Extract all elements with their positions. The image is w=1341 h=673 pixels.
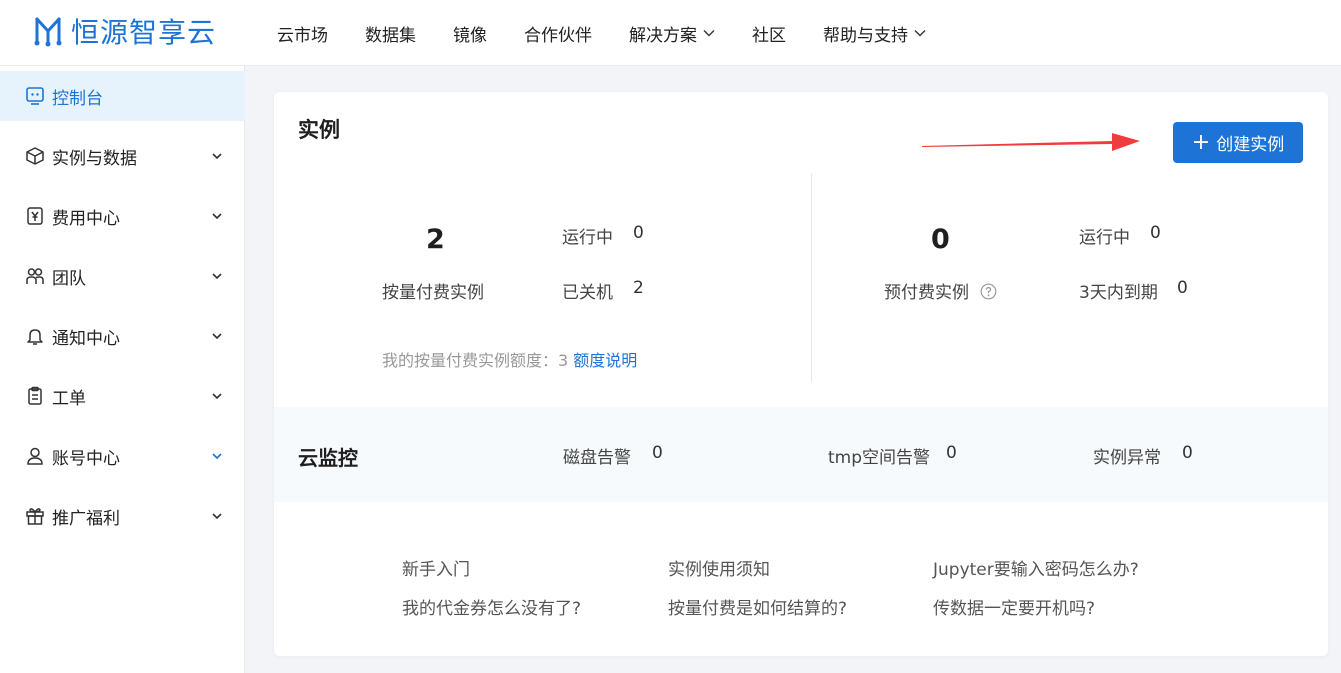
cloud-monitor-section: 云监控 磁盘告警 0 tmp空间告警 0 实例异常 0 [274, 407, 1328, 502]
clipboard-icon [28, 386, 42, 405]
nav-label: 数据集 [365, 25, 416, 46]
divider [811, 174, 812, 382]
sidebar-item-console[interactable]: 控制台 [0, 71, 245, 121]
brand-logo[interactable]: 恒源智享云 [33, 13, 216, 49]
sidebar-item-label: 实例与数据 [52, 148, 137, 169]
sidebar-item-billing[interactable]: 费用中心 [0, 191, 245, 241]
payg-running-value: 0 [633, 223, 644, 243]
payg-label: 按量付费实例 [382, 283, 484, 303]
prepaid-label-wrap: 预付费实例 [884, 278, 997, 303]
nav-datasets[interactable]: 数据集 [365, 21, 416, 46]
sidebar-item-tickets[interactable]: 工单 [0, 371, 245, 421]
user-icon [27, 447, 43, 465]
annotation-arrow-icon [922, 133, 1140, 151]
payg-running-label: 运行中 [562, 228, 613, 248]
prepaid-running-label: 运行中 [1079, 228, 1130, 248]
faq-link[interactable]: 传数据一定要开机吗? [933, 594, 1095, 619]
instance-abnormal-value: 0 [1182, 443, 1193, 463]
bell-icon [27, 329, 43, 345]
tmp-alert-value: 0 [946, 443, 957, 463]
disk-alert-value: 0 [652, 443, 663, 463]
prepaid-count: 0 [931, 224, 950, 255]
brand-name: 恒源智享云 [71, 16, 217, 49]
prepaid-running-value: 0 [1150, 223, 1161, 243]
sidebar-item-label: 团队 [52, 268, 86, 289]
main-nav: 云市场 数据集 镜像 合作伙伴 解决方案 社区 帮助与支持 [277, 0, 963, 66]
sidebar-item-instances-data[interactable]: 实例与数据 [0, 131, 245, 181]
chevron-down-icon [914, 30, 926, 37]
quota-info-link[interactable]: 额度说明 [573, 351, 637, 370]
cloud-monitor-title: 云监控 [298, 446, 358, 470]
disk-alert-label: 磁盘告警 [563, 448, 631, 468]
nav-images[interactable]: 镜像 [453, 21, 487, 46]
nav-partners[interactable]: 合作伙伴 [524, 21, 592, 46]
sidebar: 控制台 实例与数据 费用中心 团队 通知中心 工单 账号中心 推广福利 [0, 66, 245, 673]
chevron-down-icon [212, 453, 222, 460]
nav-label: 云市场 [277, 25, 328, 46]
nav-label: 社区 [752, 25, 786, 46]
sidebar-item-team[interactable]: 团队 [0, 251, 245, 301]
faq-link[interactable]: Jupyter要输入密码怎么办? [933, 555, 1139, 580]
nav-help-support[interactable]: 帮助与支持 [823, 21, 926, 46]
create-instance-label: 创建实例 [1216, 135, 1285, 155]
instances-card: 实例 + 创建实例 2 按量付费实例 运行中 0 已关机 2 我的按量付费实例额… [274, 92, 1328, 656]
chevron-down-icon [212, 273, 222, 280]
sidebar-item-promotions[interactable]: 推广福利 [0, 491, 245, 541]
payg-count: 2 [426, 224, 445, 255]
sidebar-item-label: 工单 [52, 388, 86, 409]
chevron-down-icon [703, 30, 715, 37]
gift-icon [26, 508, 44, 525]
payg-quota-text: 我的按量付费实例额度：3 [382, 351, 569, 370]
chevron-down-icon [212, 333, 222, 340]
nav-cloud-market[interactable]: 云市场 [277, 21, 328, 46]
sidebar-item-label: 账号中心 [52, 448, 120, 469]
team-icon [26, 268, 44, 284]
faq-link[interactable]: 实例使用须知 [668, 555, 770, 580]
nav-solutions[interactable]: 解决方案 [629, 21, 715, 46]
top-header: 恒源智享云 云市场 数据集 镜像 合作伙伴 解决方案 社区 帮助与支持 [0, 0, 1341, 66]
console-icon [26, 87, 44, 105]
faq-link[interactable]: 按量付费是如何结算的? [668, 594, 847, 619]
tmp-alert-label: tmp空间告警 [828, 448, 931, 468]
sidebar-item-notifications[interactable]: 通知中心 [0, 311, 245, 361]
sidebar-item-label: 推广福利 [52, 508, 120, 529]
faq-link[interactable]: 我的代金券怎么没有了? [402, 594, 581, 619]
prepaid-label: 预付费实例 [884, 283, 969, 303]
payg-stopped-value: 2 [633, 278, 644, 298]
sidebar-item-label: 费用中心 [52, 208, 120, 229]
nav-label: 解决方案 [629, 25, 697, 46]
instance-abnormal-label: 实例异常 [1093, 448, 1161, 468]
prepaid-expiring-label: 3天内到期 [1079, 283, 1158, 303]
payg-quota: 我的按量付费实例额度：3 额度说明 [382, 347, 637, 371]
sidebar-item-account[interactable]: 账号中心 [0, 431, 245, 481]
chevron-down-icon [212, 393, 222, 400]
prepaid-expiring-value: 0 [1177, 278, 1188, 298]
instances-title: 实例 [298, 118, 340, 142]
faq-link[interactable]: 新手入门 [402, 555, 470, 580]
yen-icon [27, 207, 43, 225]
payg-stopped-label: 已关机 [562, 283, 613, 303]
chevron-down-icon [212, 513, 222, 520]
cube-icon [26, 147, 44, 165]
nav-community[interactable]: 社区 [752, 21, 786, 46]
nav-label: 帮助与支持 [823, 25, 908, 46]
chevron-down-icon [212, 153, 222, 160]
sidebar-item-label: 通知中心 [52, 328, 120, 349]
nav-label: 镜像 [453, 25, 487, 46]
sidebar-item-label: 控制台 [52, 88, 103, 109]
nav-label: 合作伙伴 [524, 25, 592, 46]
chevron-down-icon [212, 213, 222, 220]
create-instance-button[interactable]: + 创建实例 [1173, 122, 1303, 163]
help-circle-icon[interactable] [980, 283, 997, 300]
plus-icon: + [1191, 129, 1211, 155]
logo-icon [34, 17, 62, 47]
